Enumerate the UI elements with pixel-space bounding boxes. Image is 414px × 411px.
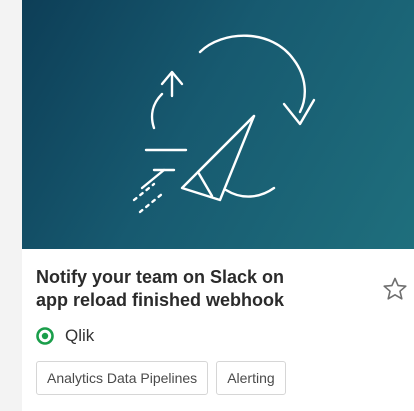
publisher-name: Qlik <box>65 326 95 345</box>
tag-analytics-data-pipelines[interactable]: Analytics Data Pipelines <box>36 361 209 395</box>
qlik-logo-icon <box>36 327 54 345</box>
tag-list: Analytics Data Pipelines Alerting <box>36 361 286 395</box>
card-hero-image <box>22 0 414 249</box>
card-title[interactable]: Notify your team on Slack on app reload … <box>36 266 356 312</box>
automation-template-card[interactable]: Notify your team on Slack on app reload … <box>22 0 414 411</box>
card-title-line-2: app reload finished webhook <box>36 290 285 310</box>
card-title-line-1: Notify your team on Slack on <box>36 267 285 287</box>
star-outline-icon[interactable] <box>382 276 408 302</box>
tag-alerting[interactable]: Alerting <box>216 361 286 395</box>
publisher: Qlik <box>36 325 94 347</box>
paper-plane-reload-icon <box>132 34 316 214</box>
